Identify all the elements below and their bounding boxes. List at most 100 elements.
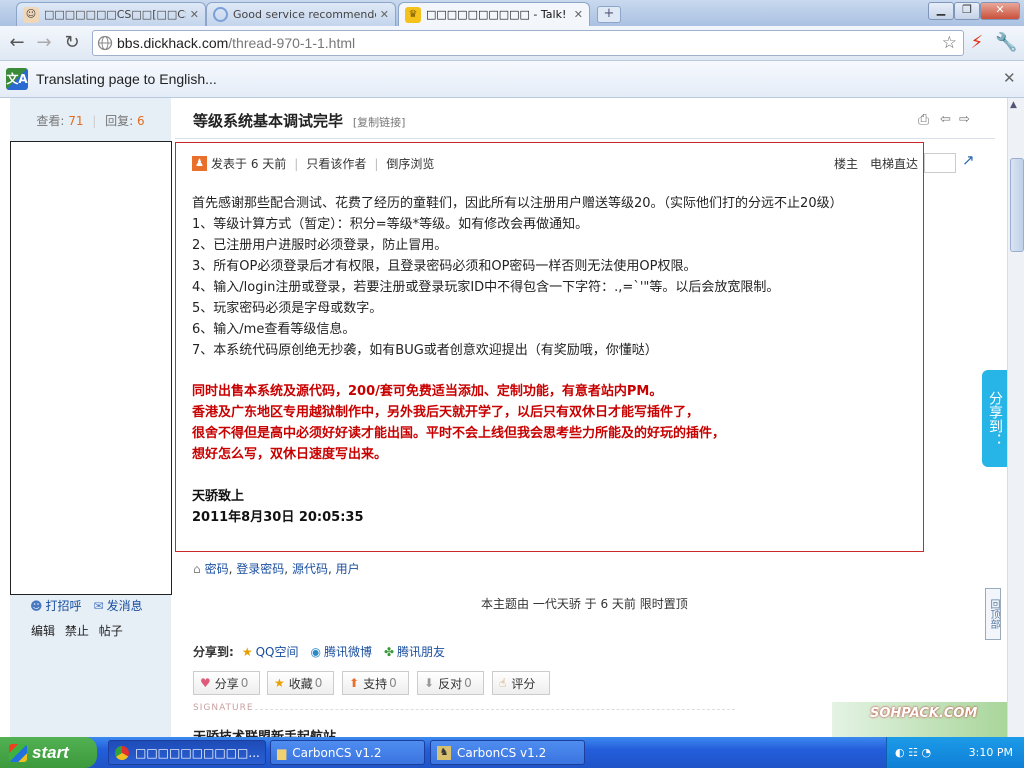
greet-link[interactable]: 打招呼: [46, 597, 82, 614]
post-line: 6、输入/me查看等级信息。: [192, 322, 356, 337]
share-weibo-link[interactable]: 腾讯微博: [324, 643, 372, 660]
replies-count: 6: [137, 114, 145, 128]
task-chrome-label: □□□□□□□□□□...: [135, 745, 260, 760]
task-carboncs[interactable]: ♞ CarbonCS v1.2: [430, 740, 585, 765]
share-qzone-link[interactable]: QQ空间: [256, 643, 299, 660]
tag-link[interactable]: 用户: [336, 560, 360, 577]
tab-1[interactable]: ☺ □□□□□□□CS□□[□□CS□ ✕: [16, 2, 206, 26]
scroll-thumb[interactable]: [1010, 158, 1024, 252]
browser-toolbar: ← → ↻ bbs.dickhack.com/thread-970-1-1.ht…: [0, 26, 1024, 61]
address-bar[interactable]: bbs.dickhack.com/thread-970-1-1.html ☆: [92, 30, 964, 56]
share-count: 0: [240, 676, 249, 690]
globe-icon: [97, 35, 113, 51]
oppose-button[interactable]: ⬇ 反对 0: [417, 671, 484, 695]
support-button[interactable]: ⬆ 支持 0: [342, 671, 409, 695]
watermark-logo: SOHPACK.COM: [832, 702, 1007, 737]
floor-label: 楼主: [834, 157, 859, 171]
views-count: 71: [68, 114, 84, 128]
tab-2[interactable]: Good service recommended Ha ✕: [206, 2, 396, 26]
forward-button[interactable]: →: [33, 32, 55, 54]
signature-text: 天骄技术联盟新手起航站: [193, 726, 336, 737]
oppose-count: 0: [464, 676, 472, 690]
reverse-order-link[interactable]: 倒序浏览: [386, 155, 434, 172]
pinned-note: 本主题由 一代天骄 于 6 天前 限时置顶: [481, 597, 688, 611]
admin-links: 编辑 禁止 帖子: [31, 622, 123, 639]
tag-sep: ,: [327, 561, 336, 576]
jump-arrow-icon[interactable]: ↗: [962, 151, 975, 169]
windows-logo-icon: [9, 743, 27, 762]
favorite-button[interactable]: ★ 收藏 0: [267, 671, 334, 695]
share-friends-link[interactable]: 腾讯朋友: [397, 643, 445, 660]
edit-link[interactable]: 编辑: [31, 624, 55, 638]
posts-link[interactable]: 帖子: [99, 624, 123, 638]
close-translate-icon[interactable]: ✕: [1003, 69, 1016, 87]
watermark-text: SOHPACK.COM: [870, 706, 978, 721]
bookmark-star-icon[interactable]: ☆: [942, 33, 957, 53]
scroll-up-icon[interactable]: ▲: [1010, 100, 1017, 110]
author-only-link[interactable]: 只看该作者: [306, 155, 366, 172]
tencent-weibo-icon: ◉: [310, 644, 321, 659]
ban-link[interactable]: 禁止: [65, 624, 89, 638]
start-button[interactable]: start: [0, 737, 97, 768]
url-path: /thread-970-1-1.html: [228, 35, 356, 51]
print-icon[interactable]: ⎙: [918, 112, 929, 128]
qzone-icon: ★: [241, 644, 253, 659]
task-carboncs-label: CarbonCS v1.2: [457, 745, 547, 760]
highlight-line: 同时出售本系统及源代码，200/套可免费适当添加、定制功能，有意者站内PM。: [192, 384, 663, 399]
views-label: 查看:: [36, 114, 65, 128]
share-button[interactable]: ♥ 分享 0: [193, 671, 260, 695]
tag-link[interactable]: 源代码: [292, 560, 328, 577]
back-to-top-button[interactable]: 回顶部: [985, 588, 1001, 640]
chrome-icon: [115, 745, 129, 760]
tab-3-close-icon[interactable]: ✕: [574, 8, 583, 21]
tab-2-close-icon[interactable]: ✕: [380, 8, 389, 21]
tag-link[interactable]: 密码: [205, 560, 229, 577]
reload-button[interactable]: ↻: [61, 32, 83, 54]
signoff: 天骄致上 2011年8月30日 20:05:35: [192, 486, 364, 528]
elevator-label: 电梯直达: [870, 157, 919, 171]
floor-jump-input[interactable]: [924, 153, 956, 173]
send-message-link[interactable]: 发消息: [107, 597, 143, 614]
windows-taskbar: start □□□□□□□□□□... ▆ CarbonCS v1.2 ♞ Ca…: [0, 737, 1024, 768]
side-share-tab[interactable]: 分享到：: [982, 370, 1007, 467]
tab-1-close-icon[interactable]: ✕: [190, 8, 199, 21]
rate-button[interactable]: ☝ 评分: [492, 671, 550, 695]
arrow-up-icon: ⬆: [349, 676, 360, 690]
translate-icon: 文A: [6, 68, 28, 90]
post-line: 4、输入/login注册或登录，若要注册或登录玩家ID中不得包含一下字符：.,=…: [192, 280, 780, 295]
arrow-down-icon: ⬇: [424, 676, 435, 690]
share-button-label: 分享: [214, 676, 239, 691]
prev-thread-icon[interactable]: ⇦: [940, 112, 951, 127]
task-chrome[interactable]: □□□□□□□□□□...: [108, 740, 266, 765]
vertical-scrollbar[interactable]: ▲: [1007, 98, 1024, 737]
highlight-line: 香港及广东地区专用越狱制作中，另外我后天就开学了，以后只有双休日才能写插件了，: [192, 405, 700, 420]
share-row: 分享到: ★ QQ空间 ◉ 腾讯微博 ✤ 腾讯朋友: [193, 643, 445, 660]
copy-link[interactable]: [复制链接]: [353, 116, 406, 129]
support-count: 0: [389, 676, 397, 690]
translate-infobar: 文A Translating page to English... ✕: [0, 61, 1024, 98]
task-folder[interactable]: ▆ CarbonCS v1.2: [270, 740, 425, 765]
tray-icons[interactable]: ◐ ☷ ◔: [895, 746, 931, 759]
oppose-button-label: 反对: [438, 676, 463, 691]
favicon-avatar-icon: ☺: [23, 6, 39, 23]
close-window-button[interactable]: ✕: [980, 2, 1020, 20]
tab-3-label: □□□□□□□□□□ - Talk!: [426, 8, 567, 21]
support-button-label: 支持: [363, 676, 388, 691]
extension-lightning-icon[interactable]: ⚡: [966, 32, 988, 54]
maximize-button[interactable]: ❐: [954, 2, 980, 20]
new-tab-button[interactable]: +: [597, 6, 621, 23]
envelope-icon: ✉: [93, 598, 104, 613]
next-thread-icon[interactable]: ⇨: [959, 112, 970, 127]
post-line: 3、所有OP必须登录后才有权限，且登录密码必须和OP密码一样否则无法使用OP权限…: [192, 259, 697, 274]
back-button[interactable]: ←: [6, 32, 28, 54]
tab-1-label: □□□□□□□CS□□[□□CS□: [44, 8, 186, 21]
clock: 3:10 PM: [968, 746, 1013, 759]
thumb-icon: ☝: [499, 676, 507, 690]
signature-label: SIGNATURE: [193, 703, 254, 713]
tab-2-label: Good service recommended Ha: [233, 8, 376, 21]
tab-3[interactable]: ♛ □□□□□□□□□□ - Talk! ✕: [398, 2, 590, 26]
wrench-menu-icon[interactable]: 🔧: [995, 32, 1017, 54]
minimize-button[interactable]: ▁: [928, 2, 954, 20]
tag-link[interactable]: 登录密码: [236, 560, 284, 577]
highlight-text: 同时出售本系统及源代码，200/套可免费适当添加、定制功能，有意者站内PM。 香…: [192, 381, 725, 465]
